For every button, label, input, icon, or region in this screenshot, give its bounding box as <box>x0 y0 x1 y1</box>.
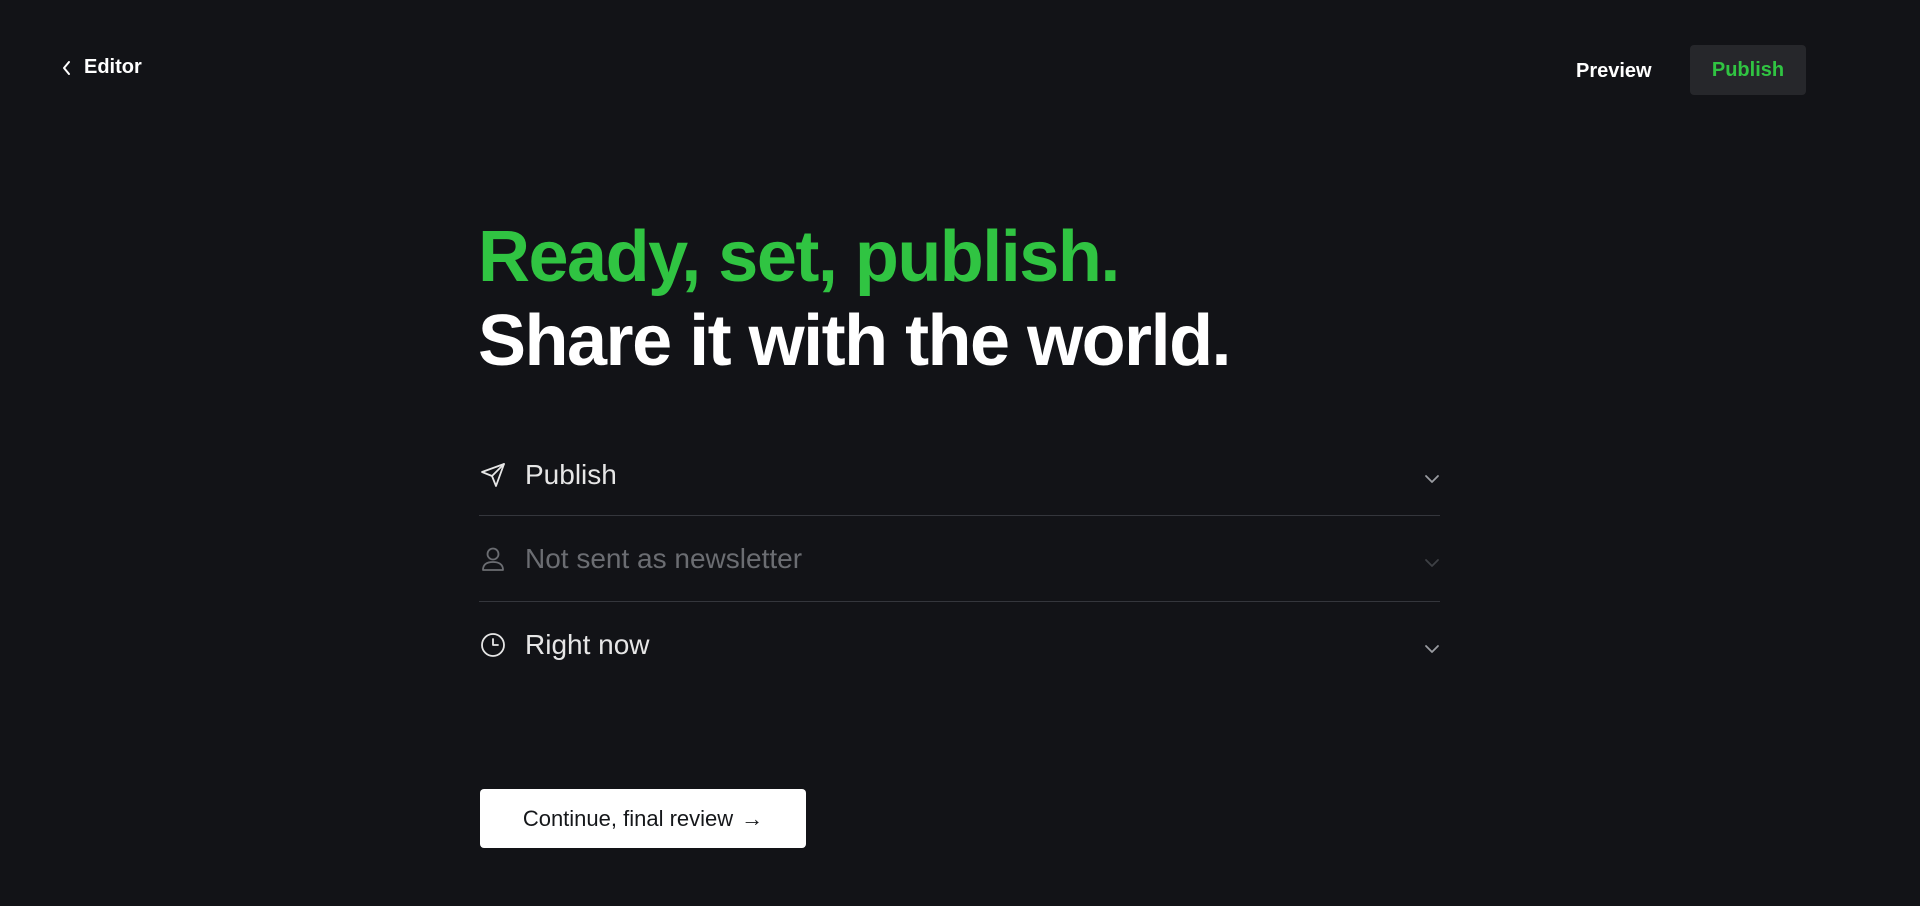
option-publish-type[interactable]: Publish <box>479 435 1440 515</box>
continue-button-label: Continue, final review <box>522 805 734 831</box>
clock-icon <box>479 631 507 659</box>
send-icon <box>479 461 507 489</box>
headline-line-2: Share it with the world. <box>478 301 1232 381</box>
publish-options: Publish Not sent as newsletter Right now <box>479 435 1440 687</box>
option-newsletter[interactable]: Not sent as newsletter <box>479 515 1440 601</box>
arrow-right-icon: → <box>741 805 764 831</box>
publish-button[interactable]: Publish <box>1690 45 1806 95</box>
option-label: Publish <box>525 459 617 490</box>
chevron-left-icon <box>62 60 72 76</box>
back-link-label: Editor <box>84 56 142 78</box>
option-label: Not sent as newsletter <box>525 542 803 574</box>
user-icon <box>479 545 507 573</box>
chevron-down-icon <box>1424 555 1440 573</box>
page-headline: Ready, set, publish. Share it with the w… <box>478 215 1232 383</box>
chevron-down-icon <box>1424 471 1440 489</box>
preview-button[interactable]: Preview <box>1560 56 1668 86</box>
headline-line-1: Ready, set, publish. <box>478 217 1120 297</box>
chevron-down-icon <box>1424 641 1440 659</box>
option-schedule[interactable]: Right now <box>479 601 1440 687</box>
continue-final-review-button[interactable]: Continue, final review → <box>480 789 806 848</box>
publish-flow-page: Editor Preview Publish Ready, set, publi… <box>0 0 1920 906</box>
back-to-editor-link[interactable]: Editor <box>62 56 142 79</box>
option-label: Right now <box>525 628 650 660</box>
